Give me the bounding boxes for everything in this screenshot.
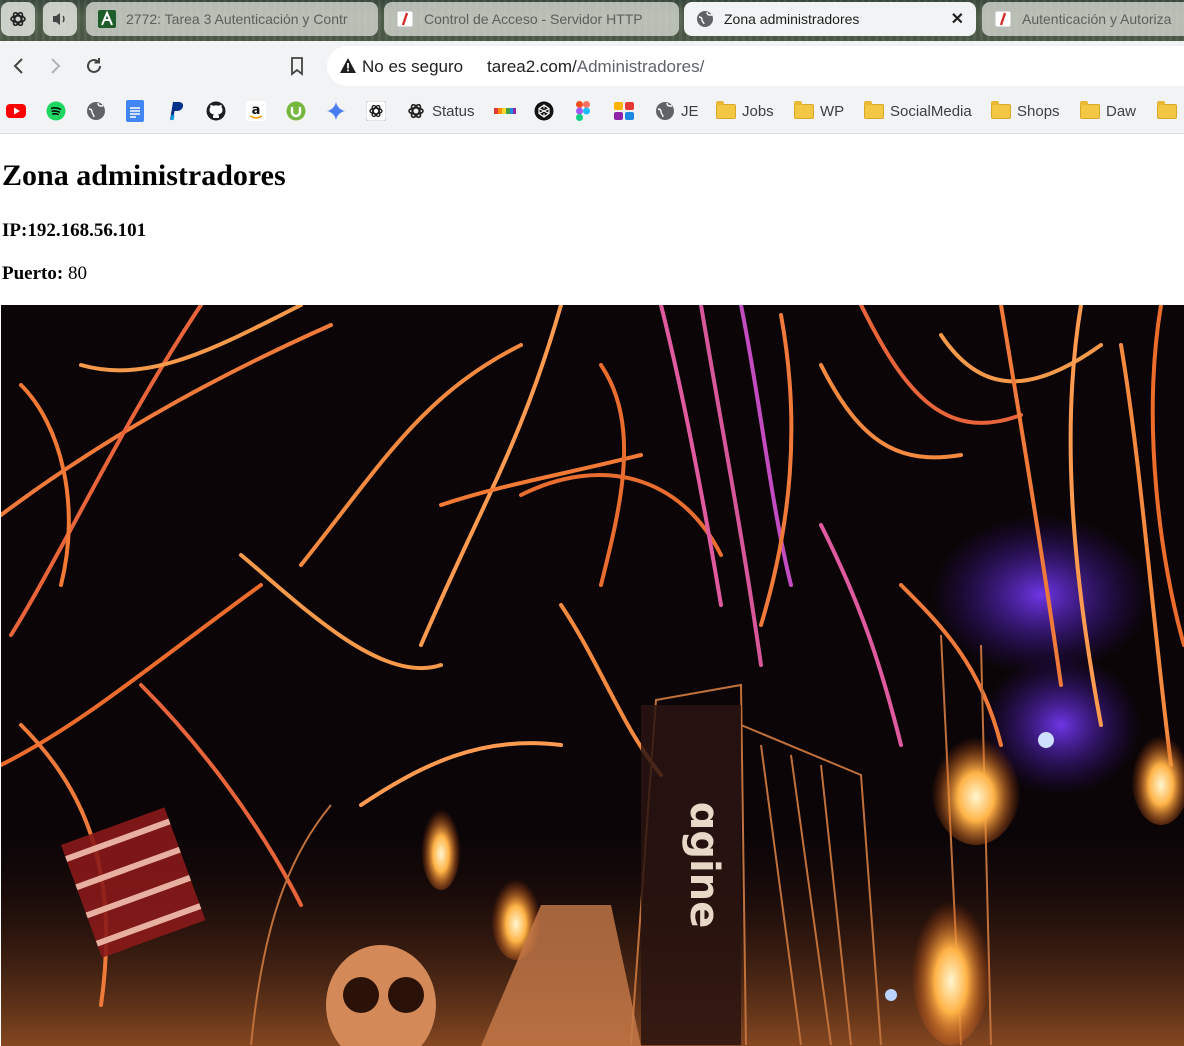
festival-photo: ɑgine — [1, 305, 1184, 1046]
bookmark-folder-socialmedia[interactable]: SocialMedia — [864, 100, 972, 122]
port-line: Puerto: 80 — [2, 263, 87, 285]
reload-button[interactable] — [82, 54, 106, 78]
port-value: 80 — [67, 263, 87, 284]
folder-icon — [991, 100, 1011, 119]
bookmark-label: Jobs — [742, 102, 774, 120]
ip-label: IP: — [2, 220, 28, 241]
close-tab-icon[interactable]: ✕ — [951, 9, 964, 29]
bookmark-codepen[interactable] — [534, 100, 554, 122]
bookmark-spotify[interactable] — [46, 100, 66, 122]
tab-label: Autenticación y Autoriza — [1022, 11, 1172, 27]
bookmark-globe[interactable] — [86, 100, 106, 122]
figma-icon — [576, 101, 590, 121]
bookmark-folder-shops[interactable]: Shops — [991, 100, 1060, 122]
forward-button[interactable] — [43, 54, 67, 78]
address-bar[interactable]: No es seguro tarea2.com/Administradores/ — [327, 46, 1184, 86]
bookmark-youtube[interactable] — [6, 100, 26, 122]
bookmark-docs[interactable] — [126, 100, 144, 122]
bookmark-figma[interactable] — [576, 100, 590, 122]
sparkle-icon — [327, 102, 345, 120]
bookmark-folder-overflow[interactable] — [1157, 100, 1177, 122]
youtube-icon — [6, 104, 26, 118]
spotify-icon — [46, 101, 66, 121]
svg-text:ɑgine: ɑgine — [681, 802, 727, 929]
browser-toolbar: No es seguro tarea2.com/Administradores/ — [0, 41, 1184, 91]
url-host: tarea2.com/ — [487, 57, 577, 76]
tab-zona-administradores[interactable]: Zona administradores ✕ — [684, 2, 976, 36]
globe-icon — [656, 102, 674, 120]
chatgpt-icon — [10, 11, 26, 27]
slash-doc-icon — [396, 10, 414, 28]
bookmark-je[interactable]: JE — [655, 100, 699, 122]
google-docs-icon — [126, 100, 144, 122]
bookmark-folder-daw[interactable]: Daw — [1080, 100, 1136, 122]
tab-control-acceso[interactable]: Control de Acceso - Servidor HTTP — [384, 2, 679, 36]
festival-streamers-image: ɑgine — [1, 305, 1184, 1046]
ip-line: IP:192.168.56.101 — [2, 220, 146, 242]
page-content: Zona administradores IP:192.168.56.101 P… — [0, 135, 1184, 1046]
tab-label: 2772: Tarea 3 Autenticación y Contr — [126, 11, 348, 27]
globe-icon — [87, 102, 105, 120]
tab-label: Zona administradores — [724, 11, 860, 27]
globe-icon — [696, 10, 714, 28]
folder-icon — [794, 100, 814, 119]
utorrent-icon — [286, 101, 306, 121]
codepen-icon — [534, 101, 554, 121]
bookmark-chatgpt[interactable] — [366, 100, 386, 122]
ip-value: 192.168.56.101 — [27, 220, 147, 241]
bookmark-label: JE — [681, 102, 699, 120]
tab-tarea3[interactable]: 2772: Tarea 3 Autenticación y Contr — [86, 2, 378, 36]
paypal-icon — [170, 102, 184, 121]
a-logo-icon — [98, 10, 116, 28]
folder-icon — [1080, 100, 1100, 119]
pinned-tab-audio[interactable] — [43, 2, 77, 36]
bookmark-label: Daw — [1106, 102, 1137, 120]
tab-label: Control de Acceso - Servidor HTTP — [424, 11, 643, 27]
slash-doc-icon — [994, 10, 1012, 28]
chatgpt-icon — [408, 103, 424, 119]
warning-triangle-icon[interactable] — [339, 57, 357, 80]
bookmark-utorrent[interactable] — [286, 100, 306, 122]
github-icon — [206, 101, 226, 121]
bookmark-status[interactable]: Status — [406, 100, 475, 122]
bookmarks-bar: a Status JE Jobs WP SocialMedia Shops Da… — [0, 91, 1184, 134]
color-strip-icon — [494, 108, 516, 114]
bookmark-page-button[interactable] — [285, 54, 309, 78]
pinned-tab-chatgpt[interactable] — [1, 2, 35, 36]
bookmark-label: WP — [820, 102, 845, 120]
amazon-icon: a — [246, 101, 266, 121]
tab-strip: 2772: Tarea 3 Autenticación y Contr Cont… — [0, 0, 1184, 41]
bookmark-folder-jobs[interactable]: Jobs — [716, 100, 774, 122]
chatgpt-icon — [366, 101, 386, 121]
bookmark-gemini[interactable] — [326, 100, 346, 122]
bookmark-icon — [291, 57, 303, 76]
blocks-icon — [614, 102, 634, 120]
folder-icon — [716, 100, 736, 119]
bookmark-colors[interactable] — [494, 100, 516, 122]
bookmark-amazon[interactable]: a — [246, 100, 266, 122]
reload-icon — [87, 58, 101, 73]
folder-icon — [1157, 100, 1177, 119]
url-text[interactable]: tarea2.com/Administradores/ — [487, 57, 704, 77]
bookmark-label: Status — [432, 102, 475, 120]
security-status-label[interactable]: No es seguro — [362, 57, 463, 77]
bookmark-github[interactable] — [206, 100, 226, 122]
tab-autenticacion[interactable]: Autenticación y Autoriza — [982, 2, 1184, 36]
bookmark-folder-wp[interactable]: WP — [794, 100, 844, 122]
bookmark-paypal[interactable] — [166, 100, 184, 122]
svg-text:a: a — [252, 103, 261, 118]
page-title: Zona administradores — [2, 159, 286, 192]
url-path: Administradores/ — [576, 57, 705, 76]
back-button[interactable] — [7, 54, 31, 78]
speaker-icon — [53, 13, 65, 25]
back-arrow-icon — [13, 58, 23, 74]
bookmark-label: Shops — [1017, 102, 1060, 120]
folder-icon — [864, 100, 884, 119]
forward-arrow-icon — [51, 58, 61, 74]
bookmark-label: SocialMedia — [890, 102, 972, 120]
port-label: Puerto: — [2, 263, 64, 284]
bookmark-colorblocks[interactable] — [614, 100, 634, 122]
